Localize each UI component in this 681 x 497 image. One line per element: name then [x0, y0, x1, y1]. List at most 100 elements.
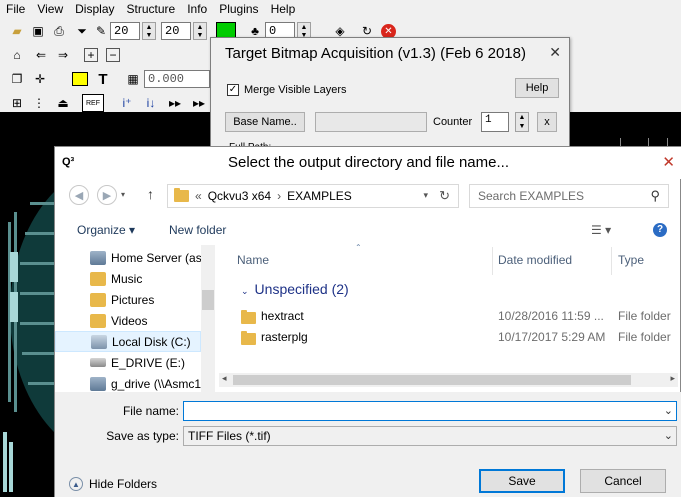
- zoom-out-icon[interactable]: −: [106, 48, 120, 62]
- grid-field-b[interactable]: 20: [161, 22, 191, 40]
- nav-item-pictures[interactable]: Pictures: [55, 289, 201, 310]
- refresh-icon[interactable]: ↻: [439, 188, 450, 204]
- file-list-scrollbar[interactable]: ◂ ▸: [219, 373, 678, 387]
- file-name-label: File name:: [122, 404, 179, 418]
- print-icon[interactable]: ⎙: [50, 22, 68, 40]
- menu-view[interactable]: View: [31, 0, 69, 18]
- address-bar[interactable]: « Qckvu3 x64 › EXAMPLES ▾ ↻: [167, 184, 459, 208]
- reference-icon[interactable]: REF: [82, 94, 104, 112]
- help-icon[interactable]: ?: [653, 223, 667, 237]
- grid-field-a[interactable]: 20: [110, 22, 140, 40]
- merge-layers-checkbox[interactable]: ✓ Merge Visible Layers: [227, 84, 347, 96]
- merge-layers-label: Merge Visible Layers: [244, 84, 347, 96]
- file-type: File folder: [618, 309, 671, 323]
- open-folder-icon[interactable]: ▰: [8, 22, 26, 40]
- back-arrow-icon[interactable]: ◀: [69, 185, 89, 205]
- chevron-down-icon: ⌄: [241, 286, 249, 296]
- info-down-icon[interactable]: i↓: [142, 94, 160, 112]
- base-name-field[interactable]: [315, 112, 427, 132]
- organize-button[interactable]: Organize ▾: [77, 223, 135, 237]
- filter-icon[interactable]: ⏷: [73, 22, 91, 40]
- group-header[interactable]: ⌄ Unspecified (2): [241, 281, 349, 297]
- zoom-in-icon[interactable]: +: [84, 48, 98, 62]
- nav-scrollbar[interactable]: [201, 245, 215, 392]
- forward-arrow-icon[interactable]: ▶: [97, 185, 117, 205]
- counter-field[interactable]: 1: [481, 112, 509, 132]
- save-file-dialog: Q³ Select the output directory and file …: [54, 146, 681, 497]
- file-list-scrollbar-thumb[interactable]: [233, 375, 631, 385]
- edit-icon[interactable]: ✎: [92, 22, 110, 40]
- file-name-input[interactable]: ⌄: [183, 401, 677, 421]
- table-row[interactable]: rasterplg 10/17/2017 5:29 AM File folder: [219, 327, 678, 348]
- chevron-down-icon[interactable]: ⌄: [664, 404, 673, 417]
- lock-icon[interactable]: ⏏: [54, 94, 72, 112]
- scroll-right-icon[interactable]: ▸: [670, 373, 675, 384]
- play-icon[interactable]: ▸▸: [166, 94, 184, 112]
- view-options-icon[interactable]: ☰ ▾: [591, 223, 611, 237]
- table-icon[interactable]: ▦: [124, 70, 142, 88]
- column-divider[interactable]: [492, 247, 493, 275]
- column-header-type[interactable]: Type: [618, 253, 644, 267]
- dialog-titlebar: Q³ Select the output directory and file …: [55, 147, 681, 179]
- text-icon[interactable]: T: [94, 70, 112, 88]
- menu-structure[interactable]: Structure: [121, 0, 182, 18]
- base-name-button[interactable]: Base Name..: [225, 112, 305, 132]
- target-dialog-title: Target Bitmap Acquisition (v1.3) (Feb 6 …: [225, 44, 526, 62]
- cancel-button[interactable]: Cancel: [580, 469, 666, 493]
- file-date: 10/28/2016 11:59 ...: [498, 309, 604, 323]
- nav-item-e-drive[interactable]: E_DRIVE (E:): [55, 352, 201, 373]
- toolbar-row-4: ⊞ ⋮ ⏏ REF i⁺ i↓ ▸▸ ▸▸: [0, 92, 210, 114]
- search-input[interactable]: Search EXAMPLES ⚲: [469, 184, 669, 208]
- nav-item-home-server[interactable]: Home Server (asr: [55, 247, 201, 268]
- chevron-down-icon[interactable]: ▾: [121, 190, 125, 199]
- new-folder-button[interactable]: New folder: [169, 223, 226, 237]
- menu-display[interactable]: Display: [69, 0, 120, 18]
- folder-icon: [241, 331, 256, 345]
- nav-item-music[interactable]: Music: [55, 268, 201, 289]
- crosshair-icon[interactable]: ✛: [31, 70, 49, 88]
- coordinate-field[interactable]: 0.000: [144, 70, 210, 88]
- menu-file[interactable]: File: [0, 0, 31, 18]
- up-arrow-icon[interactable]: ↑: [147, 186, 154, 202]
- info-up-icon[interactable]: i⁺: [118, 94, 136, 112]
- column-header-date[interactable]: Date modified: [498, 253, 572, 267]
- breadcrumb-item[interactable]: Qckvu3 x64: [208, 189, 271, 203]
- nav-scrollbar-thumb[interactable]: [202, 290, 214, 310]
- tree-icon[interactable]: ⊞: [8, 94, 26, 112]
- spinner-b[interactable]: ▲ ▼: [193, 22, 207, 40]
- close-icon[interactable]: ✕: [549, 44, 561, 61]
- menu-bar: File View Display Structure Info Plugins…: [0, 0, 681, 18]
- home-icon[interactable]: ⌂: [8, 46, 26, 64]
- save-button[interactable]: Save: [479, 469, 565, 493]
- column-header-name[interactable]: Name: [237, 253, 269, 267]
- menu-help[interactable]: Help: [265, 0, 302, 18]
- chevron-down-icon[interactable]: ▾: [423, 190, 428, 201]
- nav-item-local-disk[interactable]: Local Disk (C:): [55, 331, 201, 352]
- hide-folders-toggle[interactable]: ▲ Hide Folders: [69, 477, 157, 491]
- select-box-icon[interactable]: ❐: [8, 70, 26, 88]
- column-divider[interactable]: [611, 247, 612, 275]
- play-step-icon[interactable]: ▸▸: [190, 94, 208, 112]
- menu-plugins[interactable]: Plugins: [213, 0, 264, 18]
- counter-spinner[interactable]: ▲ ▼: [515, 112, 529, 132]
- dialog-footer: File name: ⌄ Save as type: TIFF Files (*…: [55, 392, 681, 497]
- label-box-icon[interactable]: [72, 72, 88, 86]
- checkbox-icon: ✓: [227, 84, 239, 96]
- help-button[interactable]: Help: [515, 78, 559, 98]
- arrow-left-icon[interactable]: ⇐: [32, 46, 50, 64]
- nav-item-videos[interactable]: Videos: [55, 310, 201, 331]
- table-row[interactable]: hextract 10/28/2016 11:59 ... File folde…: [219, 306, 678, 327]
- save-as-type-select[interactable]: TIFF Files (*.tif) ⌄: [183, 426, 677, 446]
- close-icon[interactable]: ✕: [662, 153, 675, 171]
- spinner-a[interactable]: ▲ ▼: [142, 22, 156, 40]
- save-disk-icon[interactable]: ▣: [29, 22, 47, 40]
- file-name: rasterplg: [261, 330, 308, 344]
- tree-expand-icon[interactable]: ⋮: [30, 94, 48, 112]
- nav-item-g-drive[interactable]: g_drive (\\Asmc1: [55, 373, 201, 392]
- menu-info[interactable]: Info: [181, 0, 213, 18]
- breadcrumb-item[interactable]: EXAMPLES: [287, 189, 352, 203]
- clear-counter-button[interactable]: x: [537, 112, 557, 132]
- arrow-right-icon[interactable]: ⇒: [54, 46, 72, 64]
- scroll-left-icon[interactable]: ◂: [222, 373, 227, 384]
- breadcrumb-overflow[interactable]: «: [195, 189, 202, 203]
